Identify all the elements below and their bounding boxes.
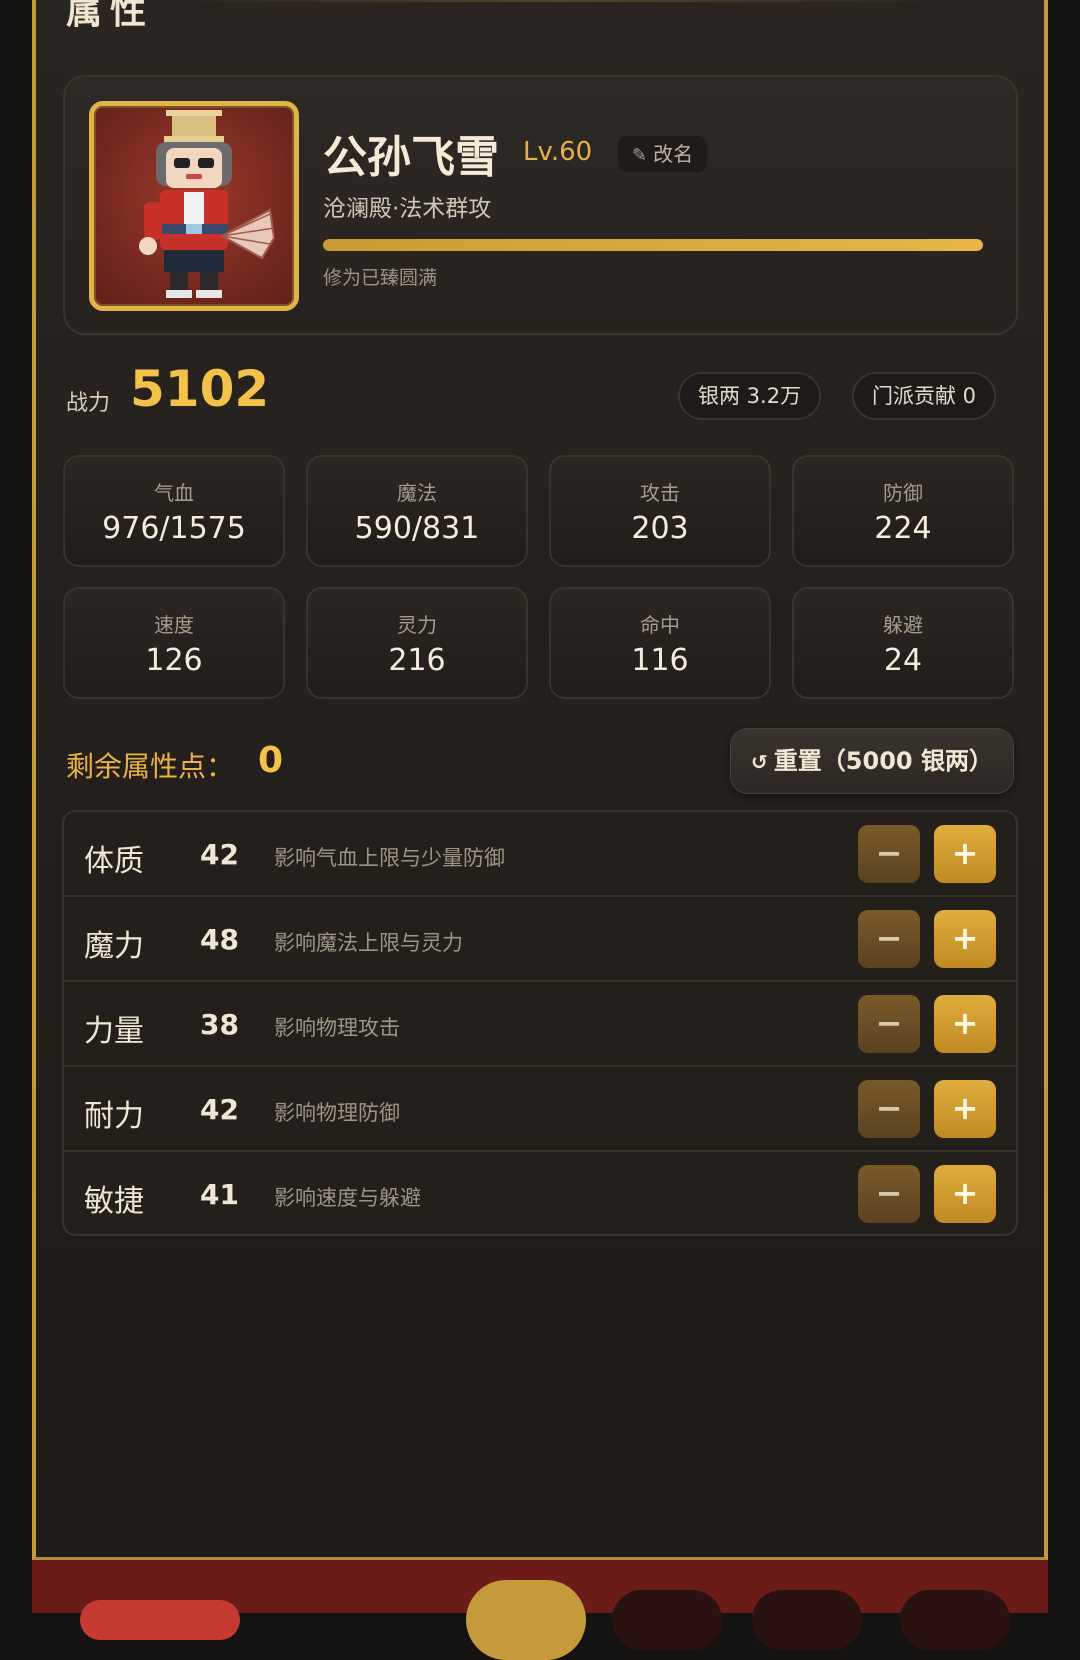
stat-attack: 攻击 203 (549, 455, 771, 567)
stat-value: 216 (388, 643, 446, 678)
stat-label: 防御 (883, 481, 923, 505)
combat-power-value: 5102 (130, 360, 270, 418)
refresh-icon: ↺ (751, 750, 768, 774)
attribute-name: 魔力 (84, 929, 144, 964)
attribute-name: 体质 (84, 844, 144, 879)
stat-hp: 气血 976/1575 (63, 455, 285, 567)
contribution-badge[interactable]: 门派贡献 0 (852, 372, 997, 420)
decrease-button[interactable]: − (858, 995, 920, 1053)
stat-value: 590/831 (354, 511, 480, 546)
attribute-description: 影响气血上限与少量防御 (274, 846, 505, 870)
title-divider (170, 0, 950, 2)
profile-card: 公孙飞雪 Lv.60 ✎ 改名 沧澜殿·法术群攻 修为已臻圆满 (63, 75, 1018, 335)
attribute-description: 影响物理攻击 (274, 1016, 400, 1040)
attribute-description: 影响魔法上限与灵力 (274, 931, 463, 955)
cultivation-progress-fill (323, 239, 983, 251)
increase-button[interactable]: + (934, 825, 996, 883)
stat-hit: 命中 116 (549, 587, 771, 699)
increase-button[interactable]: + (934, 1165, 996, 1223)
stat-speed: 速度 126 (63, 587, 285, 699)
attribute-allocation-table: 体质 42 影响气血上限与少量防御 − + 魔力 48 影响魔法上限与灵力 − … (62, 810, 1018, 1236)
character-name: 公孙飞雪 (323, 132, 499, 183)
stat-value: 203 (631, 511, 689, 546)
decrease-button[interactable]: − (858, 910, 920, 968)
attribute-value: 42 (200, 838, 239, 871)
stat-label: 攻击 (640, 481, 680, 505)
attribute-description: 影响物理防御 (274, 1101, 400, 1125)
silver-badge[interactable]: 银两 3.2万 (678, 372, 822, 420)
stat-spirit: 灵力 216 (306, 587, 528, 699)
stat-value: 224 (874, 511, 932, 546)
attribute-row-magic: 魔力 48 影响魔法上限与灵力 − + (64, 897, 1016, 982)
stat-label: 灵力 (397, 613, 437, 637)
bottom-tab-active[interactable] (80, 1600, 240, 1640)
combat-power-label: 战力 (66, 391, 111, 416)
attribute-row-constitution: 体质 42 影响气血上限与少量防御 − + (64, 812, 1016, 897)
cultivation-status: 修为已臻圆满 (323, 267, 438, 289)
attribute-name: 耐力 (84, 1099, 144, 1134)
increase-button[interactable]: + (934, 910, 996, 968)
character-portrait-icon (139, 110, 276, 298)
stat-label: 气血 (154, 481, 194, 505)
decrease-button[interactable]: − (858, 1165, 920, 1223)
attribute-row-endurance: 耐力 42 影响物理防御 − + (64, 1067, 1016, 1152)
stat-value: 116 (631, 643, 689, 678)
stat-label: 魔法 (397, 481, 437, 505)
stat-label: 速度 (154, 613, 194, 637)
stat-value: 24 (883, 643, 923, 678)
attribute-row-agility: 敏捷 41 影响速度与躲避 − + (64, 1152, 1016, 1234)
attribute-value: 48 (200, 923, 239, 956)
increase-button[interactable]: + (934, 1080, 996, 1138)
stat-value: 976/1575 (102, 511, 246, 546)
remaining-points-value: 0 (258, 740, 284, 781)
rename-label: 改名 (653, 142, 694, 166)
stat-label: 躲避 (883, 613, 923, 637)
stat-defense: 防御 224 (792, 455, 1014, 567)
decrease-button[interactable]: − (858, 825, 920, 883)
character-school: 沧澜殿·法术群攻 (323, 196, 492, 222)
attribute-name: 敏捷 (84, 1184, 144, 1219)
reset-points-button[interactable]: ↺ 重置（5000 银两） (730, 728, 1014, 794)
stat-value: 126 (145, 643, 203, 678)
bottom-tab-center[interactable] (466, 1580, 586, 1660)
remaining-points-label: 剩余属性点： (66, 750, 235, 783)
rename-button[interactable]: ✎ 改名 (617, 135, 709, 173)
attribute-name: 力量 (84, 1014, 144, 1049)
cultivation-progress-bar (323, 239, 983, 251)
attribute-value: 41 (200, 1178, 239, 1211)
increase-button[interactable]: + (934, 995, 996, 1053)
character-avatar[interactable] (89, 101, 299, 311)
attribute-value: 38 (200, 1008, 239, 1041)
bottom-tab[interactable] (900, 1590, 1010, 1650)
stat-dodge: 躲避 24 (792, 587, 1014, 699)
stat-label: 命中 (640, 613, 680, 637)
bottom-tab[interactable] (752, 1590, 862, 1650)
stat-mp: 魔法 590/831 (306, 455, 528, 567)
bottom-tab[interactable] (612, 1590, 722, 1650)
attribute-description: 影响速度与躲避 (274, 1186, 421, 1210)
attribute-value: 42 (200, 1093, 239, 1126)
panel-title: 属性 (66, 0, 155, 32)
reset-label: 重置（5000 银两） (773, 747, 993, 775)
decrease-button[interactable]: − (858, 1080, 920, 1138)
attribute-row-strength: 力量 38 影响物理攻击 − + (64, 982, 1016, 1067)
character-level: Lv.60 (523, 137, 593, 167)
pencil-icon: ✎ (632, 145, 648, 166)
